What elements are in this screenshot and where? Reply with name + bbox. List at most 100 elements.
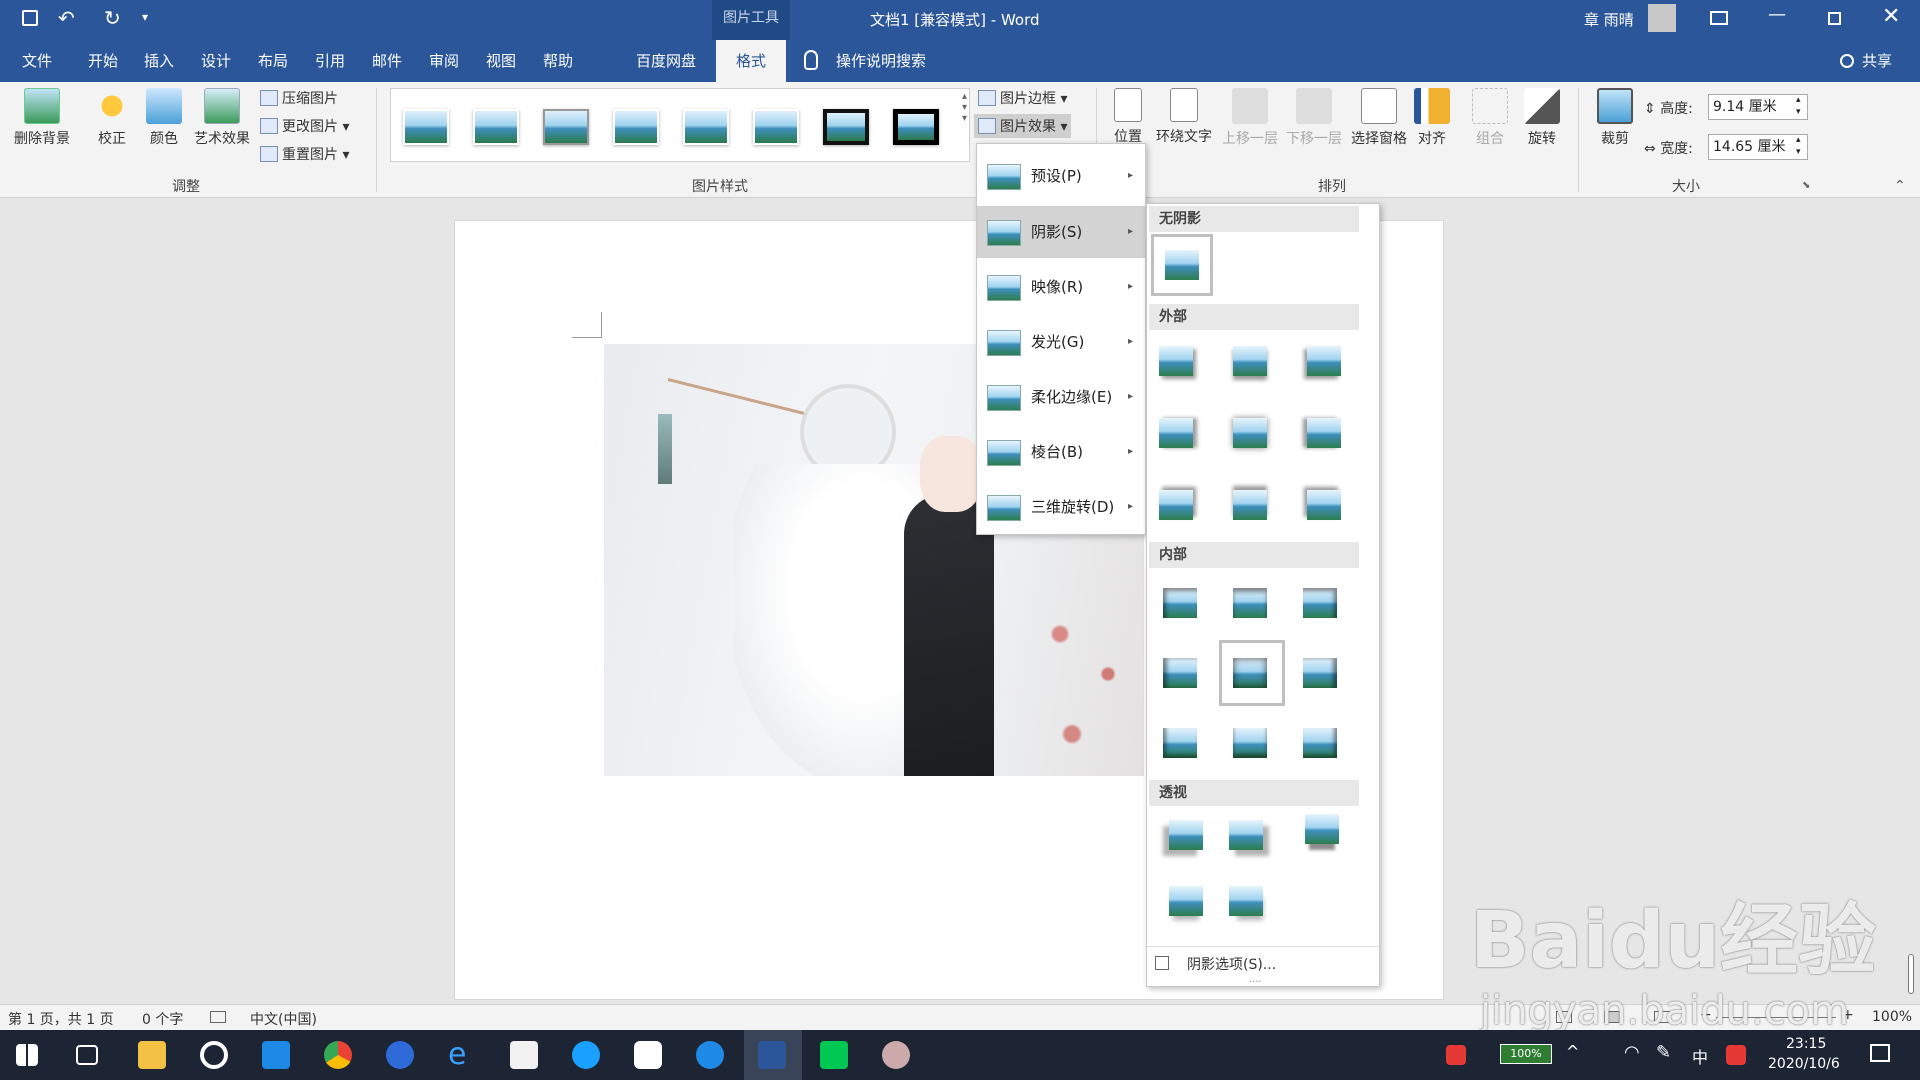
- app-l-icon[interactable]: [386, 1041, 414, 1069]
- network-icon[interactable]: ◠: [1624, 1042, 1640, 1063]
- clock-date[interactable]: 2020/10/6: [1768, 1056, 1840, 1072]
- shadow-inner-option[interactable]: [1303, 658, 1337, 688]
- effects-glow-item[interactable]: 发光(G) ▸: [977, 316, 1145, 368]
- photos-icon[interactable]: [262, 1041, 290, 1069]
- position-button[interactable]: 位置: [1108, 88, 1148, 146]
- shadow-options-checkbox[interactable]: [1155, 956, 1169, 970]
- gallery-scroll-icon[interactable]: ▴ ▾ ▾: [962, 91, 967, 124]
- shadow-none-option[interactable]: [1165, 250, 1199, 280]
- tab-references[interactable]: 引用: [307, 40, 353, 82]
- shadow-outer-option[interactable]: [1307, 346, 1341, 376]
- style-thumb[interactable]: [613, 109, 659, 145]
- tab-format[interactable]: 格式: [716, 40, 786, 82]
- shadow-inner-option[interactable]: [1163, 588, 1197, 618]
- compress-pictures-button[interactable]: 压缩图片: [260, 88, 338, 108]
- undo-icon[interactable]: ↶: [58, 6, 75, 30]
- shadow-outer-option[interactable]: [1307, 490, 1341, 520]
- wrap-text-button[interactable]: 环绕文字: [1152, 88, 1216, 146]
- collapse-ribbon-icon[interactable]: ⌃: [1894, 178, 1906, 194]
- internet-explorer-icon[interactable]: e: [448, 1040, 476, 1070]
- artistic-effects-button[interactable]: 艺术效果: [190, 88, 254, 148]
- shadow-inner-option[interactable]: [1163, 728, 1197, 758]
- baidu-netdisk-icon[interactable]: [634, 1041, 662, 1069]
- tray-expand-icon[interactable]: ^: [1566, 1042, 1579, 1061]
- file-explorer-icon[interactable]: [138, 1041, 166, 1069]
- bring-forward-button[interactable]: 上移一层: [1218, 88, 1282, 148]
- shadow-outer-option[interactable]: [1233, 490, 1267, 520]
- reset-picture-button[interactable]: 重置图片 ▾: [260, 144, 349, 164]
- shadow-inner-option[interactable]: [1233, 588, 1267, 618]
- settings-gear-icon[interactable]: [200, 1041, 228, 1069]
- shadow-options-link[interactable]: 阴影选项(S)...: [1187, 954, 1276, 974]
- corrections-button[interactable]: 校正: [88, 88, 136, 148]
- width-spinner-icon[interactable]: ▴ ▾: [1796, 134, 1801, 158]
- tab-mailings[interactable]: 邮件: [364, 40, 410, 82]
- effects-reflection-item[interactable]: 映像(R) ▸: [977, 261, 1145, 313]
- ribbon-display-options-icon[interactable]: [1710, 11, 1728, 25]
- style-thumb[interactable]: [753, 109, 799, 145]
- shadow-perspective-option[interactable]: [1229, 820, 1263, 850]
- redo-icon[interactable]: ↻: [104, 6, 121, 30]
- rotate-button[interactable]: 旋转: [1522, 88, 1562, 148]
- style-thumb[interactable]: [893, 109, 939, 145]
- language[interactable]: 中文(中国): [250, 1009, 317, 1029]
- restore-icon[interactable]: [1828, 12, 1841, 25]
- share-button[interactable]: 共享: [1854, 40, 1900, 82]
- tab-design[interactable]: 设计: [193, 40, 239, 82]
- battery-icon[interactable]: 100%: [1500, 1044, 1552, 1064]
- sogou-tray-icon[interactable]: [1726, 1045, 1746, 1065]
- tab-review[interactable]: 审阅: [421, 40, 467, 82]
- style-thumb[interactable]: [473, 109, 519, 145]
- save-icon[interactable]: [22, 10, 38, 26]
- store-icon[interactable]: [510, 1041, 538, 1069]
- clock-time[interactable]: 23:15: [1786, 1036, 1826, 1052]
- picture-effects-button[interactable]: 图片效果 ▾: [974, 114, 1072, 138]
- zoom-level[interactable]: 100%: [1872, 1009, 1912, 1025]
- tab-help[interactable]: 帮助: [535, 40, 581, 82]
- tab-layout[interactable]: 布局: [250, 40, 296, 82]
- word-icon[interactable]: [758, 1041, 786, 1069]
- size-dialog-launcher-icon[interactable]: ⬊: [1802, 180, 1810, 191]
- shadow-outer-option[interactable]: [1233, 418, 1267, 448]
- minimize-icon[interactable]: —: [1768, 4, 1786, 25]
- effects-preset-item[interactable]: 预设(P) ▸: [977, 150, 1145, 202]
- style-thumb[interactable]: [543, 109, 589, 145]
- pen-icon[interactable]: ✎: [1656, 1042, 1671, 1063]
- qq-browser-icon[interactable]: [572, 1041, 600, 1069]
- task-view-icon[interactable]: [76, 1045, 98, 1065]
- shadow-outer-option[interactable]: [1159, 346, 1193, 376]
- vertical-scrollbar[interactable]: [1908, 954, 1914, 994]
- crop-button[interactable]: 裁剪: [1594, 88, 1636, 148]
- shadow-perspective-option[interactable]: [1169, 820, 1203, 850]
- tab-insert[interactable]: 插入: [136, 40, 182, 82]
- effects-shadow-item[interactable]: 阴影(S) ▸: [977, 206, 1145, 258]
- style-thumb[interactable]: [683, 109, 729, 145]
- iqiyi-icon[interactable]: [820, 1041, 848, 1069]
- shadow-perspective-option[interactable]: [1305, 814, 1339, 844]
- picture-styles-gallery[interactable]: ▴ ▾ ▾: [390, 88, 970, 162]
- tab-file[interactable]: 文件: [14, 40, 60, 82]
- send-backward-button[interactable]: 下移一层: [1282, 88, 1346, 148]
- notification-icon[interactable]: [1870, 1044, 1890, 1062]
- resize-grip[interactable]: ....: [1249, 974, 1262, 985]
- shadow-outer-option[interactable]: [1159, 490, 1193, 520]
- effects-3d-rotation-item[interactable]: 三维旋转(D) ▸: [977, 481, 1145, 533]
- shadow-perspective-option[interactable]: [1229, 886, 1263, 916]
- remove-background-button[interactable]: 删除背景: [8, 88, 76, 148]
- height-input[interactable]: 9.14 厘米: [1708, 94, 1808, 120]
- tab-view[interactable]: 视图: [478, 40, 524, 82]
- avatar-app-icon[interactable]: [882, 1041, 910, 1069]
- effects-soft-edges-item[interactable]: 柔化边缘(E) ▸: [977, 371, 1145, 423]
- avatar[interactable]: [1648, 4, 1676, 32]
- shadow-outer-option[interactable]: [1159, 418, 1193, 448]
- shadow-inner-option[interactable]: [1303, 728, 1337, 758]
- effects-bevel-item[interactable]: 棱台(B) ▸: [977, 426, 1145, 478]
- sogou-ime-icon[interactable]: [1446, 1045, 1466, 1065]
- color-button[interactable]: 颜色: [140, 88, 188, 148]
- shadow-inner-center-option[interactable]: [1233, 658, 1267, 688]
- width-input[interactable]: 14.65 厘米: [1708, 134, 1808, 160]
- change-picture-button[interactable]: 更改图片 ▾: [260, 116, 349, 136]
- shadow-inner-option[interactable]: [1303, 588, 1337, 618]
- group-button[interactable]: 组合: [1470, 88, 1510, 148]
- height-spinner-icon[interactable]: ▴ ▾: [1796, 94, 1801, 118]
